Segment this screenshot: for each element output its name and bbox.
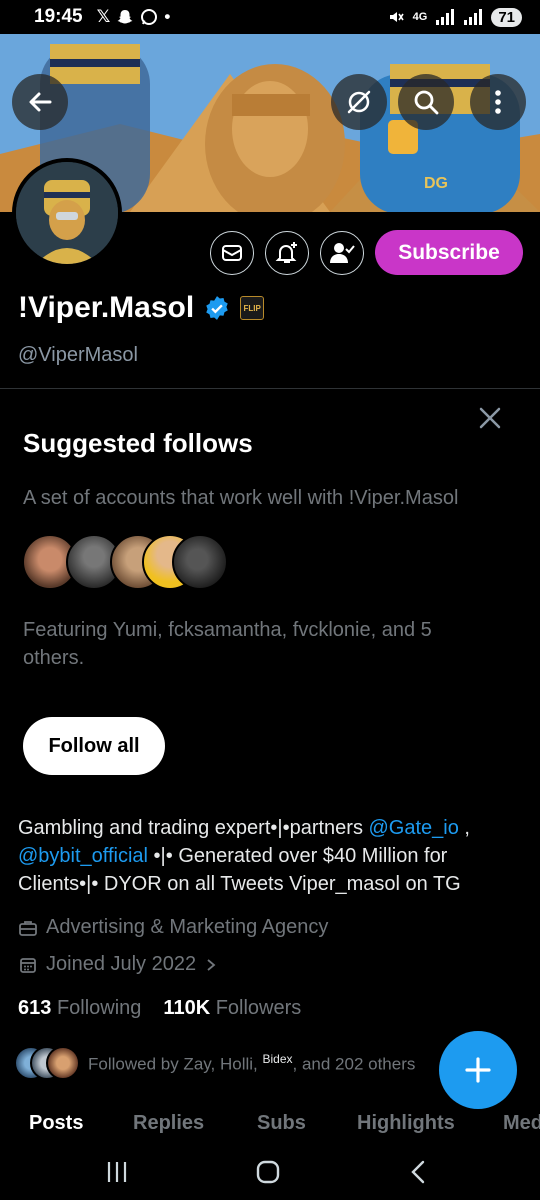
mention-link-gate[interactable]: @Gate_io	[369, 817, 459, 839]
tab-subs[interactable]: Subs	[257, 1112, 306, 1135]
plus-icon	[465, 1057, 491, 1083]
following-stat[interactable]: 613 Following	[18, 997, 141, 1020]
svg-text:DG: DG	[424, 175, 448, 192]
followed-by-row[interactable]: Followed by Zay, Holli, Bidex, and 202 o…	[14, 1046, 415, 1080]
calendar-icon	[20, 957, 36, 973]
mail-icon	[222, 245, 242, 261]
bio-text: ,	[458, 817, 470, 839]
joined-label: Joined July 2022	[46, 953, 197, 975]
tab-media[interactable]: Media	[503, 1112, 540, 1135]
status-right: 4G 71	[387, 7, 522, 27]
system-nav-bar	[0, 1144, 540, 1200]
mention-link-bybit[interactable]: @bybit_official	[18, 845, 148, 867]
follow-all-button[interactable]: Follow all	[23, 717, 165, 775]
home-icon[interactable]	[255, 1158, 281, 1186]
followed-by-text: Followed by Zay, Holli, Bidex, and 202 o…	[88, 1052, 415, 1075]
suggested-avatars[interactable]	[22, 534, 228, 590]
follower-avatar	[46, 1046, 80, 1080]
verified-badge-icon[interactable]	[204, 295, 230, 321]
mute-icon	[389, 12, 404, 22]
suggested-featuring-text: Featuring Yumi, fcksamantha, fvcklonie, …	[23, 619, 432, 669]
affiliate-badge[interactable]: FLIP	[240, 296, 265, 320]
followers-stat[interactable]: 110K Followers	[163, 997, 301, 1020]
suggested-follows-subtitle: A set of accounts that work well with !V…	[23, 487, 459, 509]
back-nav-icon[interactable]	[408, 1158, 428, 1186]
profile-bio: Gambling and trading expert•|•partners @…	[18, 814, 523, 898]
profile-avatar[interactable]	[12, 158, 122, 268]
divider	[0, 388, 540, 389]
message-button[interactable]	[210, 231, 254, 275]
tab-replies[interactable]: Replies	[133, 1112, 204, 1135]
followed-by-suffix: , and 202 others	[292, 1054, 416, 1074]
suggested-avatar[interactable]	[172, 534, 228, 590]
suggested-follows-title: Suggested follows	[23, 428, 253, 458]
signal-icon	[436, 9, 455, 25]
hide-button[interactable]	[331, 74, 387, 130]
back-icon	[29, 92, 52, 112]
whatsapp-icon	[141, 9, 158, 25]
search-icon	[414, 90, 439, 115]
followed-by-third: Bidex	[262, 1051, 293, 1066]
network-label: 4G	[412, 11, 428, 23]
more-icon	[495, 90, 501, 114]
battery-indicator: 71	[491, 7, 522, 27]
following-button[interactable]	[320, 231, 364, 275]
bell-plus-icon	[275, 242, 297, 263]
close-suggestions-icon[interactable]	[474, 402, 506, 434]
following-count: 613	[18, 997, 52, 1019]
notification-icons: 𝕏 •	[97, 7, 171, 27]
compose-post-button[interactable]	[439, 1031, 517, 1109]
profile-name-row: !Viper.Masol FLIP	[18, 291, 265, 325]
hide-icon	[347, 90, 371, 114]
back-button[interactable]	[12, 74, 68, 130]
followed-by-avatars	[14, 1046, 80, 1080]
user-check-icon	[330, 243, 355, 263]
subscribe-button[interactable]: Subscribe	[375, 230, 523, 275]
display-name: !Viper.Masol	[18, 291, 195, 324]
more-button[interactable]	[470, 74, 526, 130]
briefcase-icon	[19, 920, 37, 936]
status-time: 19:45	[34, 6, 83, 27]
followers-label: Followers	[215, 997, 302, 1019]
dot-icon: •	[164, 7, 171, 26]
tab-highlights[interactable]: Highlights	[357, 1112, 455, 1135]
signal-icon-2	[464, 9, 483, 25]
bio-text: Gambling and trading expert•|•partners	[18, 817, 369, 839]
profile-handle: @ViperMasol	[18, 344, 138, 366]
search-button[interactable]	[398, 74, 454, 130]
chevron-right-icon	[207, 958, 216, 971]
followers-count: 110K	[163, 997, 211, 1019]
status-bar: 19:45 𝕏 • 4G 71	[0, 0, 540, 34]
category-label: Advertising & Marketing Agency	[46, 916, 329, 938]
profile-joined[interactable]: Joined July 2022	[18, 953, 218, 976]
follow-stats: 613 Following 110K Followers	[18, 997, 301, 1020]
snapchat-icon	[117, 10, 133, 24]
following-label: Following	[56, 997, 142, 1019]
followed-by-prefix: Followed by Zay, Holli,	[88, 1054, 263, 1074]
profile-tabs: Posts Replies Subs Highlights Media	[0, 1108, 540, 1144]
notifications-button[interactable]	[265, 231, 309, 275]
profile-category: Advertising & Marketing Agency	[18, 916, 328, 939]
avatar-art	[16, 162, 118, 264]
x-icon: 𝕏	[96, 7, 111, 26]
recents-icon[interactable]	[105, 1158, 129, 1186]
tab-posts[interactable]: Posts	[29, 1112, 83, 1135]
